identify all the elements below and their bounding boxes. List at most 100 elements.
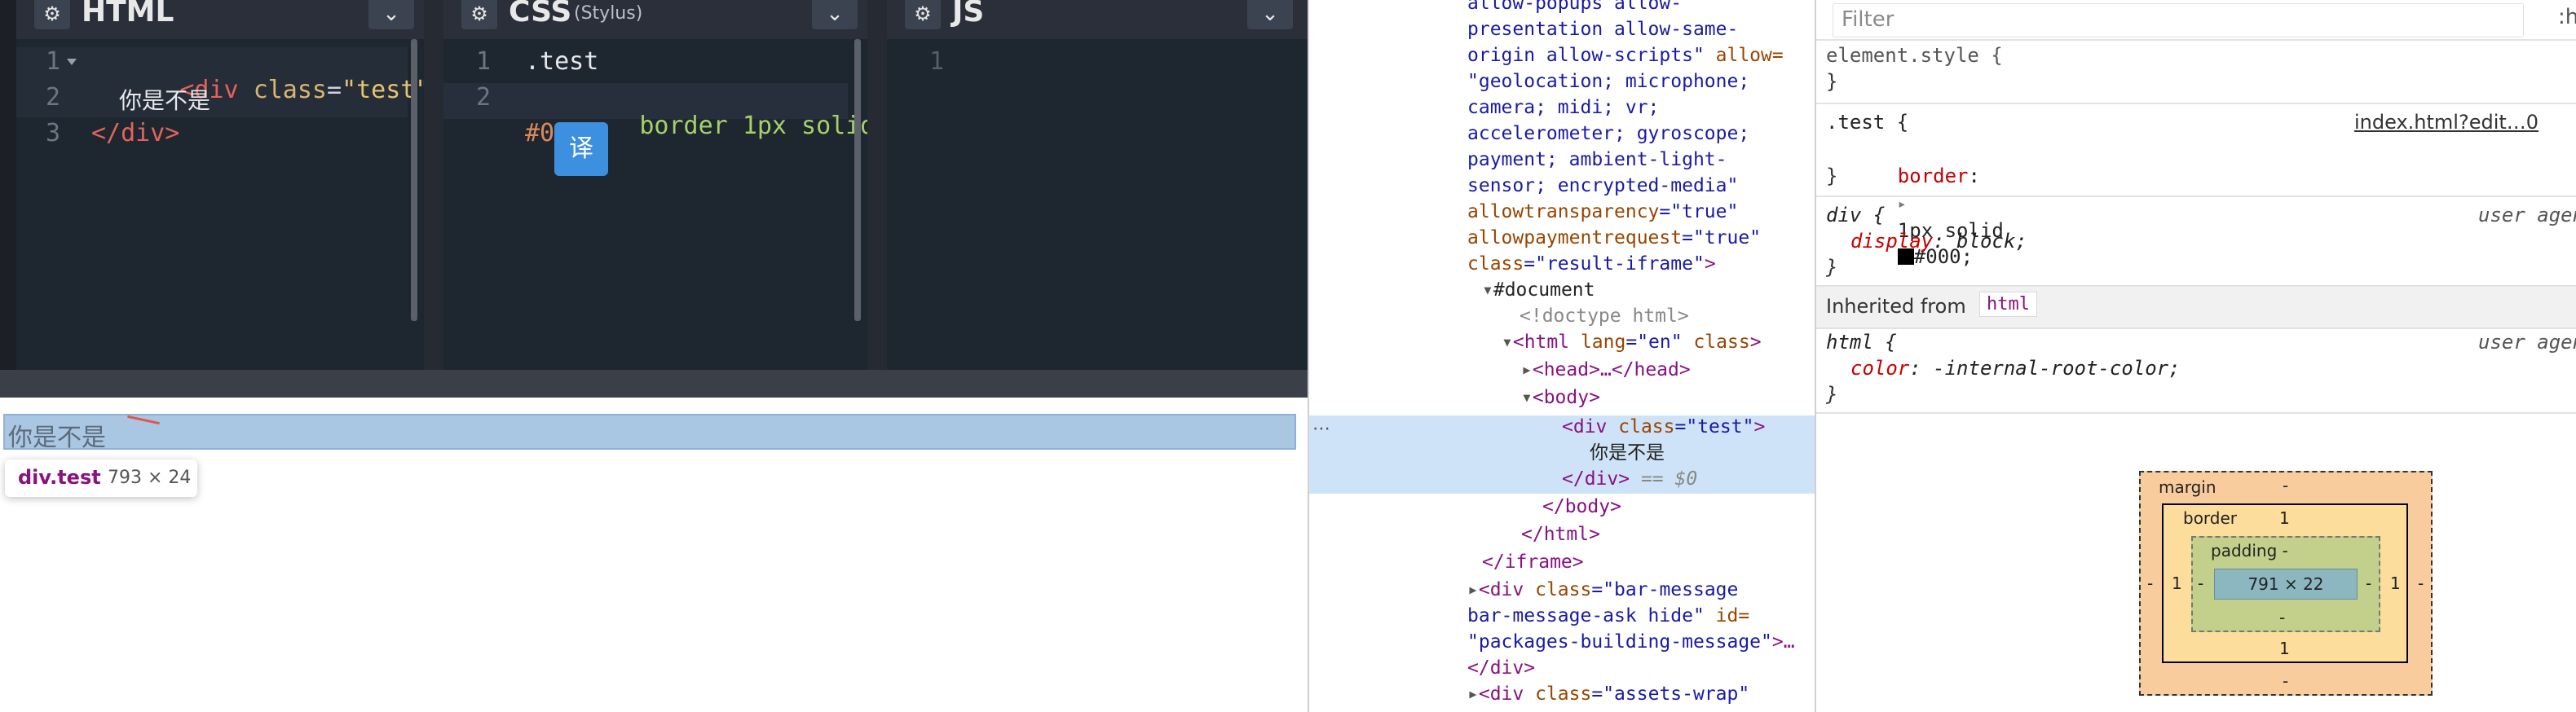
chevron-down-icon[interactable]: ⌄ xyxy=(812,0,858,29)
expand-down-icon[interactable]: ▾ xyxy=(1521,387,1533,408)
editor-area: ⚙ HTML ⌄ 1 2 3 <div class="test"> 你是不是 <… xyxy=(0,0,1308,398)
node-menu-icon[interactable]: ⋯ xyxy=(1312,419,1330,439)
code-line-2-wrap[interactable]: #0 xyxy=(525,119,554,147)
tree-line[interactable]: ▾<html lang="en" class> xyxy=(1502,329,1762,355)
rule-declaration: display: block; xyxy=(1850,230,2027,253)
rule-source: user agent xyxy=(2478,204,2576,226)
html-pane-header: ⚙ HTML ⌄ xyxy=(16,0,424,39)
tree-line[interactable]: 你是不是 xyxy=(1590,440,1665,466)
expand-down-icon[interactable]: ▾ xyxy=(1482,279,1493,301)
element-style-rule[interactable]: element.style { xyxy=(1826,42,2003,68)
hover-state-toggle[interactable]: :h xyxy=(2558,5,2576,29)
js-pane-header: ⚙ JS ⌄ xyxy=(887,0,1308,39)
box-model-margin[interactable]: margin - - - - border 1 1 1 1 padding - … xyxy=(2139,471,2433,696)
css-pane-title: CSS xyxy=(509,0,572,29)
js-editor-pane[interactable]: ⚙ JS ⌄ 1 xyxy=(887,0,1308,370)
tree-line[interactable]: "packages-building-message">… xyxy=(1467,629,1795,655)
line-number: 1 xyxy=(46,47,61,76)
box-model-border[interactable]: border 1 1 1 1 padding - - - - 791 × 22 xyxy=(2162,503,2408,663)
code-line-1[interactable]: .test xyxy=(525,47,598,76)
box-model-content[interactable]: 791 × 22 xyxy=(2214,569,2358,600)
html-editor-pane[interactable]: ⚙ HTML ⌄ 1 2 3 <div class="test"> 你是不是 <… xyxy=(16,0,424,370)
tree-line[interactable]: bar-message-ask hide" id= xyxy=(1467,603,1749,629)
scrollbar[interactable] xyxy=(411,39,417,321)
mark-stroke xyxy=(127,415,160,425)
resize-bar[interactable] xyxy=(0,370,1308,398)
separator xyxy=(1816,412,2576,414)
tree-line[interactable]: </html> xyxy=(1521,521,1600,547)
inherited-header: Inherited from html xyxy=(1816,285,2576,329)
inherited-label: Inherited from xyxy=(1826,295,1966,318)
gear-icon[interactable]: ⚙ xyxy=(905,0,941,29)
tree-line[interactable]: origin allow-scripts" allow= xyxy=(1467,42,1784,68)
rule-close: } xyxy=(1826,165,1838,187)
translate-button[interactable]: 译 xyxy=(554,122,608,176)
element-tooltip: div.test 793 × 24 xyxy=(5,459,197,497)
expand-down-icon[interactable]: ▾ xyxy=(1502,332,1513,353)
inherited-node-link[interactable]: html xyxy=(1979,292,2037,317)
div-test-highlight[interactable]: 你是不是 xyxy=(3,414,1296,452)
tree-line[interactable]: class="result-iframe"> xyxy=(1467,251,1716,277)
scrollbar[interactable] xyxy=(854,39,861,321)
code-line-3[interactable]: </div> xyxy=(91,119,179,147)
tree-line[interactable]: </iframe> xyxy=(1482,549,1584,575)
tooltip-selector: div.test xyxy=(18,466,101,489)
tree-line[interactable]: </div> xyxy=(1467,655,1535,681)
line-number: 1 xyxy=(929,47,945,76)
rule-source: user agent xyxy=(2478,331,2576,354)
tree-line[interactable]: payment; ambient-light- xyxy=(1467,147,1727,173)
tree-line[interactable]: ▾#document xyxy=(1482,277,1595,303)
tree-line[interactable]: "geolocation; microphone; xyxy=(1467,68,1749,94)
tree-line[interactable]: ▸<div class="assets-wrap" xyxy=(1467,681,1749,707)
tree-line[interactable]: allowtransparency="true" xyxy=(1467,199,1738,225)
js-pane-title: JS xyxy=(952,0,985,29)
filter-placeholder: Filter xyxy=(1842,7,1895,32)
tree-line[interactable]: allow-popups allow- xyxy=(1467,0,1682,16)
rule-declaration: color: -internal-root-color; xyxy=(1850,357,2181,380)
rule-selector[interactable]: .test { xyxy=(1826,109,1908,135)
chevron-down-icon[interactable]: ⌄ xyxy=(368,0,414,29)
expand-right-icon[interactable]: ▸ xyxy=(1467,579,1479,600)
gear-icon[interactable]: ⚙ xyxy=(461,0,497,29)
tree-line[interactable]: presentation allow-same- xyxy=(1467,16,1738,42)
styles-panel: Filter :h element.style { } .test { inde… xyxy=(1815,0,2576,712)
tree-line-selected[interactable]: <div class="test"> xyxy=(1562,414,1765,440)
tree-line[interactable]: ▸<div class="bar-message xyxy=(1467,577,1738,603)
line-number: 3 xyxy=(46,119,61,147)
tree-line[interactable]: sensor; encrypted-media" xyxy=(1467,173,1738,199)
separator xyxy=(1816,196,2576,197)
pane-divider[interactable] xyxy=(424,0,443,370)
separator xyxy=(1816,103,2576,104)
expand-right-icon[interactable]: ▸ xyxy=(1898,196,1907,213)
tree-line[interactable]: accelerometer; gyroscope; xyxy=(1467,121,1749,147)
box-model-padding[interactable]: padding - - - - 791 × 22 xyxy=(2191,536,2380,632)
css-preprocessor-label: (Stylus) xyxy=(574,3,643,24)
separator xyxy=(1816,39,2576,41)
tree-line[interactable]: camera; midi; vr; xyxy=(1467,94,1659,121)
tree-line[interactable]: <!doctype html> xyxy=(1520,303,1689,329)
expand-right-icon[interactable]: ▸ xyxy=(1467,683,1479,705)
rule-close: } xyxy=(1826,70,1838,93)
gear-icon[interactable]: ⚙ xyxy=(34,0,70,29)
tree-line[interactable]: allowpaymentrequest="true" xyxy=(1467,225,1761,251)
rule-close: } xyxy=(1826,383,1838,406)
tree-line[interactable]: ▸<head>…</head> xyxy=(1521,357,1691,383)
expand-right-icon[interactable]: ▸ xyxy=(1521,359,1533,380)
tooltip-size: 793 × 24 xyxy=(108,468,192,488)
rule-source-link[interactable]: index.html?edit…0 xyxy=(2354,109,2539,135)
filter-input[interactable]: Filter xyxy=(1833,3,2524,37)
line-number: 2 xyxy=(46,83,61,112)
tree-line[interactable]: </div> == $0 xyxy=(1562,466,1697,492)
tree-line[interactable]: </body> xyxy=(1542,494,1621,520)
line-number: 1 xyxy=(476,47,492,76)
rule-close: } xyxy=(1826,256,1838,279)
pane-divider[interactable] xyxy=(867,0,887,370)
rule-selector[interactable]: html { xyxy=(1826,329,1897,355)
css-editor-pane[interactable]: ⚙ CSS (Stylus) ⌄ 1 2 .test border 1px so… xyxy=(443,0,867,370)
tree-line[interactable]: ▾<body> xyxy=(1521,385,1600,411)
fold-arrow-icon[interactable] xyxy=(67,59,77,65)
line-number: 2 xyxy=(476,83,492,112)
chevron-down-icon[interactable]: ⌄ xyxy=(1247,0,1293,29)
code-line-2[interactable]: 你是不是 xyxy=(119,83,210,116)
rule-selector[interactable]: div { xyxy=(1826,202,1885,228)
